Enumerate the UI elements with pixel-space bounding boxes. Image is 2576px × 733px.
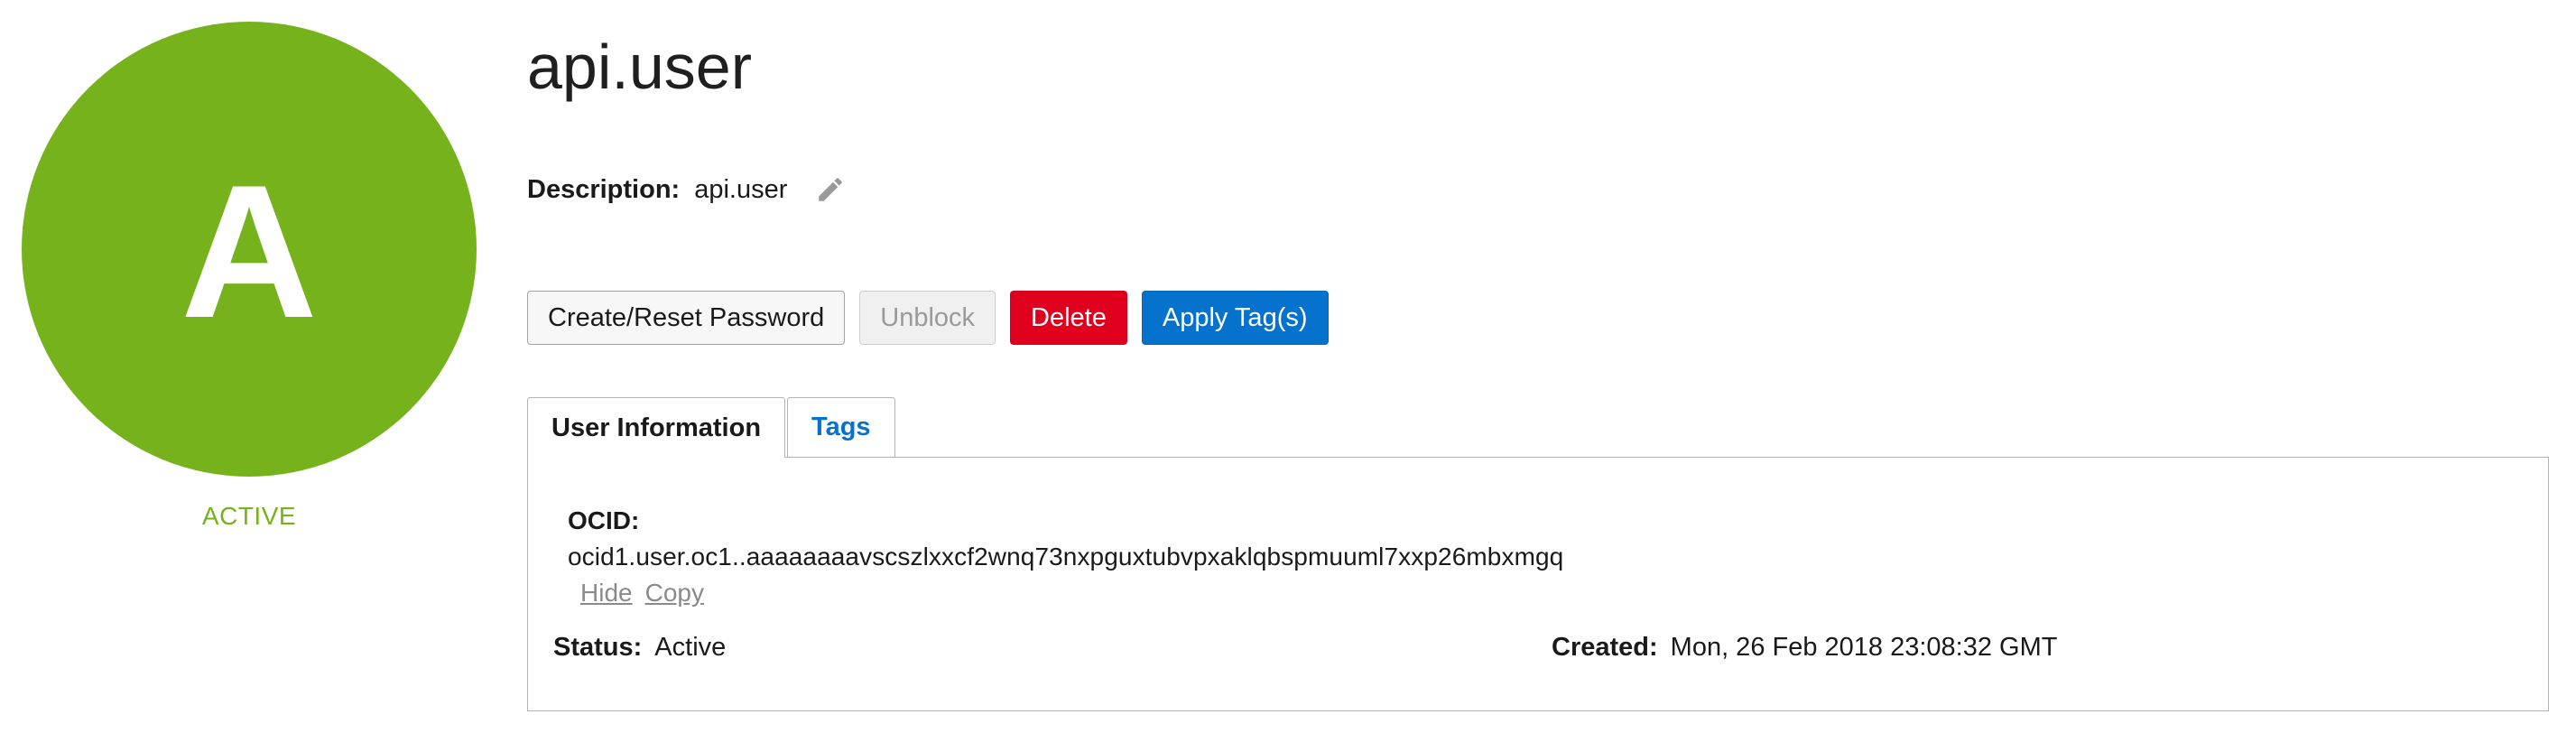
delete-button[interactable]: Delete bbox=[1010, 291, 1127, 345]
description-row: Description: api.user bbox=[527, 173, 847, 206]
tab-user-information[interactable]: User Information bbox=[527, 397, 786, 458]
unblock-button[interactable]: Unblock bbox=[859, 291, 996, 345]
avatar-letter: A bbox=[181, 145, 318, 357]
created-label: Created: bbox=[1552, 633, 1658, 662]
status-label: Status: bbox=[553, 633, 643, 662]
action-toolbar: Create/Reset Password Unblock Delete App… bbox=[527, 291, 1329, 345]
status-field: Status: Active bbox=[553, 633, 726, 663]
user-information-panel: OCID: ocid1.user.oc1..aaaaaaaavscszlxxcf… bbox=[527, 457, 2549, 711]
ocid-value: ocid1.user.oc1..aaaaaaaavscszlxxcf2wnq73… bbox=[568, 543, 1564, 571]
tab-bar: User Information Tags bbox=[527, 397, 895, 458]
ocid-label: OCID: bbox=[568, 506, 640, 534]
created-value: Mon, 26 Feb 2018 23:08:32 GMT bbox=[1670, 633, 2058, 662]
description-value: api.user bbox=[694, 174, 788, 204]
description-label: Description: bbox=[527, 174, 681, 204]
tab-tags[interactable]: Tags bbox=[787, 397, 895, 457]
pencil-icon[interactable] bbox=[814, 173, 847, 206]
page-title: api.user bbox=[527, 32, 753, 102]
status-value: Active bbox=[654, 633, 727, 662]
create-reset-password-button[interactable]: Create/Reset Password bbox=[527, 291, 846, 345]
created-field: Created: Mon, 26 Feb 2018 23:08:32 GMT bbox=[1552, 633, 2057, 663]
ocid-actions: Hide Copy bbox=[580, 579, 704, 608]
avatar: A bbox=[22, 22, 477, 477]
copy-ocid-link[interactable]: Copy bbox=[645, 579, 704, 608]
avatar-status-label: ACTIVE bbox=[201, 502, 297, 530]
apply-tags-button[interactable]: Apply Tag(s) bbox=[1141, 291, 1329, 345]
hide-ocid-link[interactable]: Hide bbox=[580, 579, 633, 608]
